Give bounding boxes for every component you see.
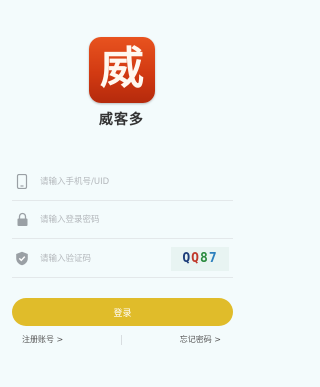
register-link[interactable]: 注册账号 >: [22, 334, 63, 345]
login-button[interactable]: 登录: [12, 298, 233, 326]
captcha-char: Q: [191, 251, 200, 266]
phone-icon: [14, 174, 30, 190]
phone-input[interactable]: [40, 171, 233, 192]
app-logo-char: 威: [100, 43, 144, 94]
captcha-char: 8: [200, 251, 209, 266]
app-logo: 威: [89, 37, 155, 103]
captcha-input[interactable]: [40, 248, 171, 269]
lock-icon: [14, 212, 30, 228]
forgot-password-link[interactable]: 忘记密码 >: [180, 334, 221, 345]
password-input[interactable]: [40, 209, 233, 230]
password-field-row: [12, 201, 233, 239]
captcha-char: 7: [208, 251, 218, 266]
captcha-field-row: Q Q 8 7: [12, 240, 233, 278]
app-name: 威客多: [99, 112, 144, 128]
link-divider: [121, 335, 122, 345]
captcha-char: Q: [182, 251, 192, 266]
login-screen: 威 威客多 Q Q: [0, 0, 243, 387]
captcha-image[interactable]: Q Q 8 7: [171, 246, 229, 271]
phone-field-row: [12, 163, 233, 201]
shield-check-icon: [14, 251, 30, 267]
